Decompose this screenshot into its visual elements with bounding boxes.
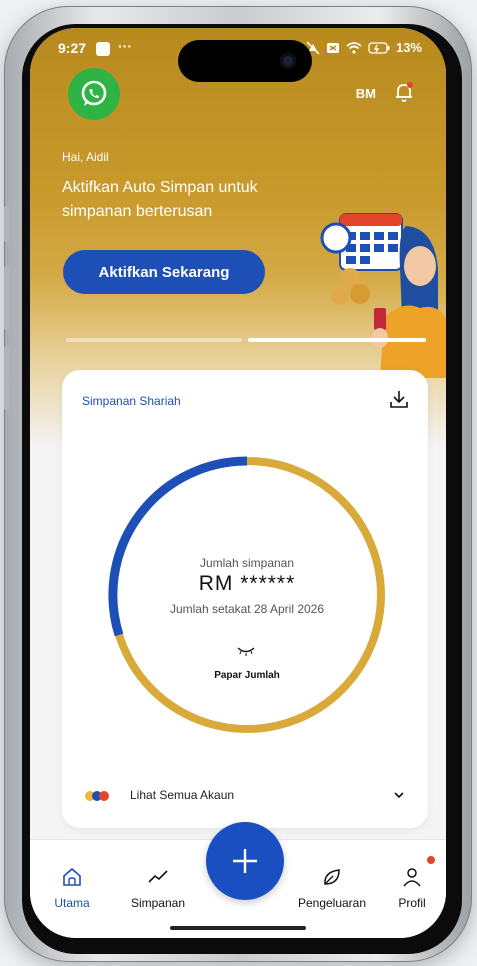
promo-illustration — [320, 213, 446, 378]
view-all-accounts-row[interactable]: Lihat Semua Akaun — [80, 784, 410, 808]
home-icon — [63, 867, 81, 886]
add-button[interactable] — [206, 822, 284, 900]
show-amount-button[interactable]: Papar Jumlah — [102, 670, 392, 681]
nav-label-profil: Profil — [398, 896, 426, 910]
battery-icon — [368, 41, 390, 54]
account-logos-icon — [85, 791, 109, 801]
nav-label-utama: Utama — [54, 896, 90, 910]
card-title: Simpanan Shariah — [82, 394, 181, 408]
eye-closed-icon[interactable] — [236, 646, 256, 656]
mute-switch — [4, 206, 10, 242]
activate-now-button[interactable]: Aktifkan Sekarang — [63, 250, 265, 294]
savings-card: Simpanan Shariah Jumlah simpanan RM ****… — [62, 370, 428, 828]
volume-up-button — [4, 266, 10, 330]
nav-profil[interactable]: Profil — [372, 866, 446, 910]
total-savings-label: Jumlah simpanan — [199, 556, 295, 570]
home-indicator — [170, 926, 306, 930]
nav-label-simpanan: Simpanan — [130, 896, 186, 910]
front-camera — [280, 53, 296, 69]
notification-bell-icon[interactable] — [392, 80, 416, 104]
profile-notification-badge — [427, 856, 435, 864]
battery-percent: 13% — [395, 40, 422, 55]
nav-utama[interactable]: Utama — [32, 866, 112, 910]
app-screen: 9:27 ··· 13% BM Hai, Aidil Aktifkan Auto… — [30, 28, 446, 938]
carousel-indicator-2 — [248, 338, 426, 342]
chevron-down-icon — [394, 792, 404, 799]
carousel-indicator-1 — [66, 338, 242, 342]
volume-down-button — [4, 346, 10, 410]
status-time: 9:27 — [58, 40, 87, 56]
nav-simpanan[interactable]: Simpanan — [118, 866, 198, 910]
leaf-icon — [324, 869, 340, 885]
dynamic-island — [178, 40, 312, 82]
bottom-navigation: Utama Simpanan Pengeluaran Profil — [30, 822, 446, 938]
status-right-icons: 13% — [306, 40, 422, 55]
user-icon — [403, 868, 421, 887]
more-notifications-indicator: ··· — [118, 38, 132, 54]
notification-app-icon — [96, 42, 110, 56]
trend-icon — [148, 870, 168, 883]
total-savings-amount: RM ****** — [198, 572, 296, 595]
greeting-text: Hai, Aidil — [62, 150, 109, 164]
plus-icon — [233, 849, 257, 873]
promo-headline: Aktifkan Auto Simpan untuk simpanan bert… — [62, 179, 258, 220]
sim-icon — [326, 42, 339, 53]
user-initials[interactable]: BM — [356, 86, 376, 101]
as-of-date: Jumlah setakat 28 April 2026 — [169, 602, 325, 616]
nav-label-pengeluaran: Pengeluaran — [297, 896, 367, 910]
download-icon[interactable] — [388, 388, 410, 410]
whatsapp-button[interactable] — [68, 68, 120, 120]
nav-pengeluaran[interactable]: Pengeluaran — [292, 866, 372, 910]
whatsapp-icon — [81, 80, 107, 106]
wifi-icon — [346, 41, 362, 54]
view-all-accounts-label: Lihat Semua Akaun — [130, 788, 235, 802]
